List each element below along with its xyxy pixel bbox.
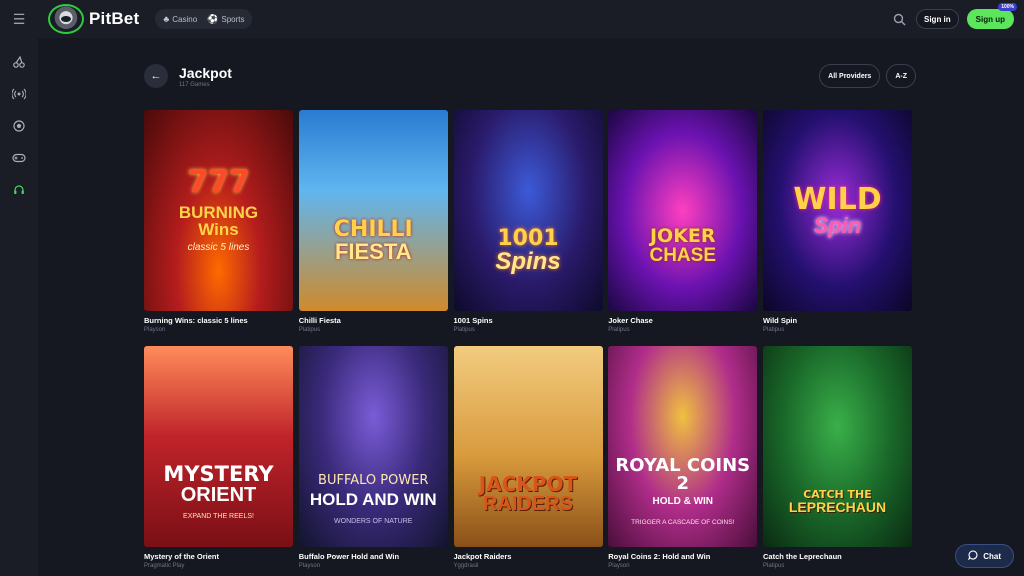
game-thumbnail[interactable]: WILD Spin (763, 110, 912, 311)
game-thumbnail[interactable]: JOKER CHASE (608, 110, 758, 311)
game-thumbnail[interactable]: BUFFALO POWER HOLD AND WIN WONDERS OF NA… (298, 346, 448, 547)
back-button[interactable]: ← (144, 64, 168, 88)
game-art-line1: BUFFALO POWER (318, 472, 429, 488)
game-title[interactable]: Royal Coins 2: Hold and Win (608, 552, 757, 561)
menu-icon[interactable]: ☰ (0, 0, 38, 38)
game-provider: Yggdrasil (453, 563, 479, 569)
casino-tab-label: Casino (172, 14, 198, 24)
game-card[interactable]: ROYAL COINS 2 HOLD & WIN TRIGGER A CASCA… (608, 346, 758, 569)
brand-name: PitBet (89, 9, 140, 28)
game-thumbnail[interactable]: MYSTERY ORIENT EXPAND THE REELS! (144, 346, 293, 547)
ball-icon: ⚽ (207, 13, 219, 24)
game-art-line2: RAIDERS (482, 493, 573, 515)
game-thumbnail[interactable]: JACKPOT RAIDERS (453, 346, 603, 547)
game-art-line3: classic 5 lines (187, 242, 250, 253)
game-title[interactable]: Wild Spin (763, 316, 912, 325)
game-title[interactable]: Jackpot Raiders (454, 552, 603, 561)
page-header: ← Jackpot 117 Games All Providers A-Z (144, 64, 916, 92)
game-art-line2: CHASE (649, 244, 716, 266)
gamepad-icon[interactable] (9, 148, 29, 168)
game-art-line2: HOLD & WIN (652, 496, 714, 507)
game-thumbnail[interactable]: ROYAL COINS 2 HOLD & WIN TRIGGER A CASCA… (608, 346, 758, 547)
game-provider: Platipus (763, 563, 785, 569)
game-card[interactable]: JOKER CHASE Joker Chase Platipus (608, 110, 758, 333)
game-title[interactable]: Chilli Fiesta (299, 316, 448, 325)
game-art-line1: JOKER (649, 224, 716, 247)
game-provider: Pragmatic Play (144, 563, 185, 569)
game-card[interactable]: 1001 Spins 1001 Spins Platipus (453, 110, 603, 333)
sign-up-label: Sign up (975, 14, 1005, 24)
game-art-line3: WONDERS OF NATURE (334, 517, 413, 525)
game-card[interactable]: CATCH THE LEPRECHAUN Catch the Leprechau… (763, 346, 912, 569)
game-provider: Platipus (298, 327, 321, 333)
game-art-line1: 777 (187, 165, 250, 200)
game-art-line1: 1001 (497, 225, 559, 251)
game-art-line1: JACKPOT (478, 472, 578, 496)
game-provider: Playson (144, 327, 166, 333)
game-art-line3: EXPAND THE REELS! (183, 512, 254, 520)
games-count: 117 Games (179, 82, 210, 88)
casino-tab[interactable]: ♣ Casino (159, 11, 201, 27)
page-title: Jackpot (179, 65, 232, 81)
sign-up-button[interactable]: Sign up 100% (966, 3, 1017, 29)
game-title[interactable]: Burning Wins: classic 5 lines (144, 316, 293, 325)
chat-button[interactable]: Chat (955, 544, 1014, 568)
game-provider: Playson (608, 563, 630, 569)
game-art-line2: LEPRECHAUN (788, 499, 887, 515)
main-content: ← Jackpot 117 Games All Providers A-Z 77… (38, 38, 1024, 576)
sign-in-button[interactable]: Sign in (916, 9, 959, 29)
logo[interactable]: PitBet (48, 4, 139, 34)
game-art-line2: ORIENT (180, 483, 257, 506)
sports-tab[interactable]: ⚽ Sports (203, 11, 248, 27)
game-art-line1: WILD (793, 181, 882, 217)
game-art-line1: ROYAL COINS 2 (615, 455, 751, 494)
game-title[interactable]: Buffalo Power Hold and Win (299, 552, 448, 561)
game-title[interactable]: Joker Chase (608, 316, 757, 325)
game-thumbnail[interactable]: CATCH THE LEPRECHAUN (763, 346, 912, 547)
pitbull-logo-icon (48, 4, 84, 34)
game-thumbnail[interactable]: CHILLI FIESTA (298, 110, 448, 311)
game-card[interactable]: BUFFALO POWER HOLD AND WIN WONDERS OF NA… (298, 346, 448, 569)
game-title[interactable]: Mystery of the Orient (144, 552, 293, 561)
game-provider: Playson (298, 563, 321, 569)
game-art-line1: CHILLI (333, 216, 413, 242)
all-providers-button[interactable]: All Providers (819, 64, 881, 88)
bonus-badge: 100% (998, 3, 1017, 11)
live-icon[interactable] (9, 84, 29, 104)
game-card[interactable]: MYSTERY ORIENT EXPAND THE REELS! Mystery… (144, 346, 293, 569)
game-thumbnail[interactable]: 777 BURNING Wins classic 5 lines (144, 110, 293, 311)
game-provider: Platipus (453, 327, 475, 333)
game-art-line2: BURNING Wins (178, 203, 259, 239)
casino-sports-switch: ♣ Casino ⚽ Sports (155, 9, 253, 29)
soccer-ball-icon[interactable] (9, 116, 29, 136)
game-card[interactable]: 777 BURNING Wins classic 5 lines Burning… (144, 110, 293, 333)
game-card[interactable]: WILD Spin Wild Spin Platipus (763, 110, 912, 333)
game-card[interactable]: CHILLI FIESTA Chilli Fiesta Platipus (298, 110, 448, 333)
game-art-line2: Spins (495, 247, 561, 275)
sort-az-button[interactable]: A-Z (886, 64, 916, 88)
arrow-left-icon: ← (150, 70, 162, 82)
sidebar (0, 38, 38, 576)
chat-bubble-icon (968, 550, 978, 562)
game-art-line2: HOLD AND WIN (309, 489, 437, 509)
game-card[interactable]: JACKPOT RAIDERS Jackpot Raiders Yggdrasi… (453, 346, 603, 569)
search-icon[interactable] (890, 10, 908, 28)
support-icon[interactable] (9, 180, 29, 200)
game-art-line1: MYSTERY (163, 461, 274, 486)
cherry-icon: ♣ (163, 14, 170, 24)
game-art-line2: Spin (813, 212, 862, 238)
game-art-line3: TRIGGER A CASCADE OF COINS! (631, 519, 735, 526)
game-provider: Platipus (608, 327, 630, 333)
game-title[interactable]: Catch the Leprechaun (763, 552, 912, 561)
sports-tab-label: Sports (221, 14, 245, 24)
game-art-line2: FIESTA (334, 238, 412, 264)
game-provider: Platipus (763, 327, 785, 333)
chat-label: Chat (983, 551, 1001, 561)
game-thumbnail[interactable]: 1001 Spins (453, 110, 603, 311)
games-grid: 777 BURNING Wins classic 5 lines Burning… (144, 110, 912, 569)
game-title[interactable]: 1001 Spins (454, 316, 603, 325)
cherries-icon[interactable] (9, 52, 29, 72)
top-bar: ☰ PitBet ♣ Casino ⚽ Sports Sign in Sign … (0, 0, 1024, 38)
